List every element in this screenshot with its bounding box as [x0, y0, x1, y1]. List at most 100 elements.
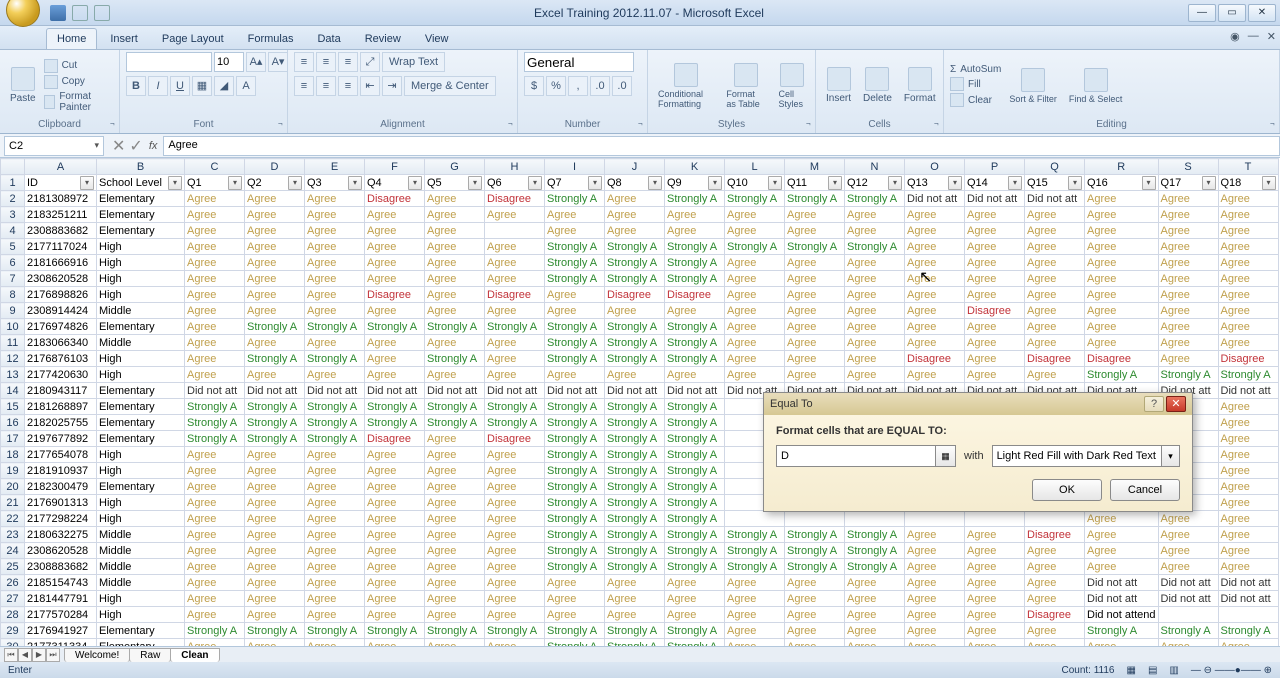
cell[interactable]: Agree [425, 303, 485, 319]
cell[interactable]: Agree [965, 591, 1025, 607]
conditional-formatting-button[interactable]: Conditional Formatting [654, 61, 718, 111]
cell[interactable]: Strongly A [605, 623, 665, 639]
cell[interactable]: Strongly A [305, 431, 365, 447]
cell[interactable]: Agree [785, 271, 845, 287]
cell[interactable]: Strongly A [605, 335, 665, 351]
cell[interactable]: Strongly A [1218, 367, 1278, 383]
cell[interactable]: Agree [665, 575, 725, 591]
cell[interactable]: Agree [965, 223, 1025, 239]
cell[interactable]: Agree [485, 447, 545, 463]
filter-header[interactable]: Q3 [305, 175, 365, 191]
cell[interactable]: Agree [1218, 255, 1278, 271]
cell[interactable]: Agree [665, 223, 725, 239]
cell[interactable]: Strongly A [245, 623, 305, 639]
cell[interactable]: Agree [185, 447, 245, 463]
copy-button[interactable]: Copy [44, 75, 113, 89]
filter-header[interactable]: Q11 [785, 175, 845, 191]
cell[interactable]: Agree [425, 543, 485, 559]
row-header[interactable]: 13 [1, 367, 25, 383]
col-header-H[interactable]: H [485, 159, 545, 175]
cell[interactable]: Agree [305, 559, 365, 575]
increase-decimal-icon[interactable]: .0 [590, 76, 610, 96]
cell[interactable]: Agree [485, 335, 545, 351]
cell[interactable]: Agree [1025, 207, 1085, 223]
cell[interactable]: High [97, 351, 185, 367]
cell[interactable]: Agree [185, 559, 245, 575]
col-header-O[interactable]: O [905, 159, 965, 175]
cell[interactable]: Elementary [97, 399, 185, 415]
cell[interactable]: Strongly A [845, 191, 905, 207]
cell[interactable]: Agree [305, 479, 365, 495]
cell[interactable]: Agree [545, 607, 605, 623]
cell[interactable]: Agree [545, 207, 605, 223]
row-header[interactable]: 11 [1, 335, 25, 351]
row-header[interactable]: 12 [1, 351, 25, 367]
cell[interactable]: Agree [845, 367, 905, 383]
row-header[interactable]: 1 [1, 175, 25, 191]
cell[interactable]: Agree [245, 223, 305, 239]
row-header[interactable]: 20 [1, 479, 25, 495]
cell[interactable]: Agree [665, 591, 725, 607]
cell[interactable]: Agree [305, 255, 365, 271]
row-header[interactable]: 9 [1, 303, 25, 319]
cell[interactable]: Middle [97, 543, 185, 559]
cell[interactable]: Agree [785, 207, 845, 223]
cell[interactable]: Disagree [1085, 351, 1159, 367]
cell[interactable]: Disagree [1025, 527, 1085, 543]
cell[interactable]: Agree [1025, 575, 1085, 591]
cell[interactable]: Strongly A [365, 319, 425, 335]
cell[interactable]: Strongly A [545, 511, 605, 527]
cell[interactable]: Agree [725, 271, 785, 287]
cell[interactable]: Strongly A [845, 527, 905, 543]
cell[interactable]: Did not att [545, 383, 605, 399]
cell[interactable]: Agree [305, 527, 365, 543]
cell[interactable]: Agree [965, 319, 1025, 335]
row-header[interactable]: 6 [1, 255, 25, 271]
cell[interactable]: Agree [305, 367, 365, 383]
cell[interactable]: Agree [425, 287, 485, 303]
cell[interactable]: Agree [1025, 367, 1085, 383]
font-name-input[interactable] [126, 52, 212, 72]
filter-header[interactable]: Q10 [725, 175, 785, 191]
cell[interactable]: Agree [365, 479, 425, 495]
cell[interactable]: Agree [1085, 223, 1159, 239]
undo-icon[interactable] [72, 5, 88, 21]
cell[interactable]: Agree [1218, 447, 1278, 463]
cell[interactable]: Strongly A [725, 527, 785, 543]
underline-button[interactable]: U [170, 76, 190, 96]
cell[interactable]: Agree [1218, 271, 1278, 287]
cell[interactable]: Agree [245, 447, 305, 463]
cell[interactable]: Agree [1025, 319, 1085, 335]
col-header-R[interactable]: R [1085, 159, 1159, 175]
cell[interactable]: Strongly A [665, 527, 725, 543]
cell[interactable]: Strongly A [545, 319, 605, 335]
cell[interactable]: Agree [785, 607, 845, 623]
cell[interactable]: Agree [965, 271, 1025, 287]
cell[interactable]: Agree [1025, 591, 1085, 607]
cell[interactable]: Did not att [1218, 591, 1278, 607]
cell[interactable]: Agree [245, 559, 305, 575]
cell[interactable]: Strongly A [185, 399, 245, 415]
fill-color-button[interactable]: ◢ [214, 76, 234, 96]
col-header-B[interactable]: B [97, 159, 185, 175]
cell[interactable]: Agree [425, 527, 485, 543]
col-header-A[interactable]: A [25, 159, 97, 175]
cell[interactable]: Elementary [97, 223, 185, 239]
cell[interactable]: Agree [245, 527, 305, 543]
filter-header[interactable]: Q6 [485, 175, 545, 191]
cell[interactable]: Agree [485, 495, 545, 511]
cell[interactable]: Did not att [1218, 575, 1278, 591]
cell[interactable]: Agree [425, 511, 485, 527]
cell[interactable]: Agree [905, 543, 965, 559]
cell[interactable]: Strongly A [665, 239, 725, 255]
view-pagebreak-icon[interactable]: ▥ [1169, 665, 1178, 676]
cell[interactable]: Middle [97, 303, 185, 319]
cell[interactable]: Strongly A [245, 415, 305, 431]
cell[interactable]: Agree [365, 575, 425, 591]
dialog-help-button[interactable]: ? [1144, 396, 1164, 412]
first-sheet-icon[interactable]: ⏮ [4, 648, 18, 662]
cell[interactable]: Did not att [905, 191, 965, 207]
cell[interactable]: Agree [185, 479, 245, 495]
cell[interactable]: Agree [365, 591, 425, 607]
cell[interactable]: Agree [245, 239, 305, 255]
